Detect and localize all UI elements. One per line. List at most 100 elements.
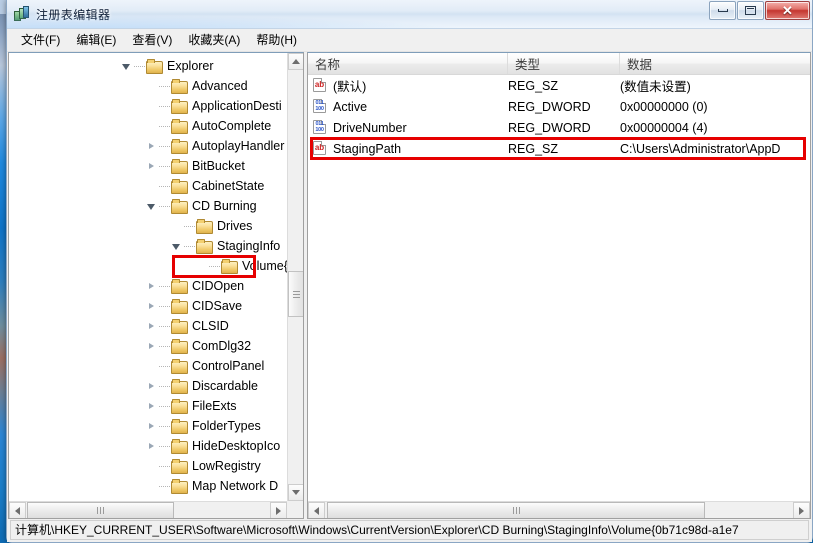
- value-data-cell: 0x00000000 (0): [620, 99, 708, 114]
- menu-view[interactable]: 查看(V): [125, 29, 181, 51]
- tree-item-cidsave[interactable]: CIDSave: [9, 296, 287, 316]
- menu-favorites[interactable]: 收藏夹(A): [181, 29, 249, 51]
- tree-expander-placeholder: [146, 361, 157, 372]
- chevron-right-icon[interactable]: [146, 421, 157, 432]
- tree-item-cabinetstate[interactable]: CabinetState: [9, 176, 287, 196]
- folder-icon: [171, 439, 188, 454]
- tree-item-lowregistry[interactable]: LowRegistry: [9, 456, 287, 476]
- list-hscroll-right-button[interactable]: [793, 502, 810, 518]
- table-row[interactable]: ab (默认) REG_SZ (数值未设置): [308, 75, 810, 96]
- tree-expander-placeholder: [196, 261, 207, 272]
- value-data-cell: (数值未设置): [620, 80, 691, 94]
- tree-item-explorer[interactable]: Explorer: [9, 56, 287, 76]
- tree-item-bitbucket[interactable]: BitBucket: [9, 156, 287, 176]
- close-button[interactable]: ✕: [765, 1, 810, 20]
- registry-values-pane[interactable]: 名称 类型 数据 ab (默认) REG_SZ (数值未设置) 011 100 Active…: [307, 52, 811, 519]
- tree-connector-line: [159, 385, 170, 387]
- menu-edit[interactable]: 编辑(E): [69, 29, 125, 51]
- tree-hscroll-thumb[interactable]: [27, 502, 174, 518]
- tree-connector-line: [159, 465, 170, 467]
- tree-item-hidedesktopico[interactable]: HideDesktopIco: [9, 436, 287, 456]
- chevron-right-icon[interactable]: [146, 341, 157, 352]
- tree-item-controlpanel[interactable]: ControlPanel: [9, 356, 287, 376]
- tree-connector-line: [159, 325, 170, 327]
- column-header-type[interactable]: 类型: [508, 53, 620, 74]
- folder-icon: [221, 259, 238, 274]
- caption-buttons: ✕: [709, 1, 810, 20]
- table-row[interactable]: 011 100 DriveNumber REG_DWORD 0x00000004 (4): [308, 117, 810, 138]
- tree-item-cd-burning[interactable]: CD Burning: [9, 196, 287, 216]
- folder-icon: [171, 159, 188, 174]
- tree-item-staginginfo[interactable]: StagingInfo: [9, 236, 287, 256]
- chevron-right-icon[interactable]: [146, 441, 157, 452]
- tree-scroll-area: Explorer Advanced ApplicationDesti AutoComp…: [9, 53, 287, 501]
- title-bar[interactable]: 注册表编辑器 ✕: [7, 0, 812, 29]
- tree-item-foldertypes[interactable]: FolderTypes: [9, 416, 287, 436]
- tree-hscroll-right-button[interactable]: [270, 502, 287, 518]
- tree-expander-placeholder: [146, 101, 157, 112]
- tree-item-label: Discardable: [192, 379, 259, 393]
- chevron-right-icon[interactable]: [146, 321, 157, 332]
- tree-scroll-thumb[interactable]: [288, 271, 303, 317]
- list-hscroll-thumb[interactable]: [327, 502, 705, 518]
- value-type-cell: REG_DWORD: [508, 99, 591, 114]
- menu-help[interactable]: 帮助(H): [249, 29, 306, 51]
- tree-item-label: CIDOpen: [192, 279, 245, 293]
- main-split-area: Explorer Advanced ApplicationDesti AutoComp…: [7, 52, 812, 519]
- tree-item-autocomplete[interactable]: AutoComplete: [9, 116, 287, 136]
- tree-item-volume-0[interactable]: Volume{0: [9, 256, 287, 276]
- tree-item-autoplayhandler[interactable]: AutoplayHandler: [9, 136, 287, 156]
- value-name-cell: 011 100 DriveNumber: [308, 120, 508, 135]
- tree-item-drives[interactable]: Drives: [9, 216, 287, 236]
- tree-item-map-network-d[interactable]: Map Network D: [9, 476, 287, 496]
- chevron-down-icon[interactable]: [146, 201, 157, 212]
- tree-item-clsid[interactable]: CLSID: [9, 316, 287, 336]
- chevron-right-icon[interactable]: [146, 141, 157, 152]
- maximize-button[interactable]: [737, 1, 764, 20]
- chevron-right-icon[interactable]: [146, 281, 157, 292]
- column-header-data[interactable]: 数据: [620, 53, 810, 74]
- folder-icon: [171, 99, 188, 114]
- chevron-down-icon[interactable]: [121, 61, 132, 72]
- tree-item-cidopen[interactable]: CIDOpen: [9, 276, 287, 296]
- table-row[interactable]: ab StagingPath REG_SZ C:\Users\Administrato…: [308, 138, 810, 159]
- chevron-right-icon[interactable]: [146, 401, 157, 412]
- minimize-button[interactable]: [709, 1, 736, 20]
- registry-tree-pane[interactable]: Explorer Advanced ApplicationDesti AutoComp…: [8, 52, 304, 519]
- chevron-down-icon[interactable]: [171, 241, 182, 252]
- tree-scroll-down-button[interactable]: [288, 484, 303, 501]
- chevron-right-icon[interactable]: [146, 161, 157, 172]
- registry-tree: Explorer Advanced ApplicationDesti AutoComp…: [9, 53, 287, 496]
- list-hscroll-left-button[interactable]: [308, 502, 325, 518]
- tree-item-label: StagingInfo: [217, 239, 281, 253]
- folder-icon: [196, 239, 213, 254]
- tree-item-discardable[interactable]: Discardable: [9, 376, 287, 396]
- folder-icon: [171, 319, 188, 334]
- value-name-label: Active: [333, 99, 368, 114]
- folder-icon: [196, 219, 213, 234]
- tree-scroll-up-button[interactable]: [288, 53, 303, 70]
- tree-connector-line: [159, 305, 170, 307]
- folder-icon: [146, 59, 163, 74]
- tree-item-fileexts[interactable]: FileExts: [9, 396, 287, 416]
- tree-horizontal-scrollbar[interactable]: [9, 501, 287, 518]
- minimize-icon: [717, 9, 728, 12]
- chevron-right-icon[interactable]: [146, 301, 157, 312]
- tree-item-advanced[interactable]: Advanced: [9, 76, 287, 96]
- tree-expander-placeholder: [146, 121, 157, 132]
- menu-file[interactable]: 文件(F): [14, 29, 69, 51]
- table-row[interactable]: 011 100 Active REG_DWORD 0x00000000 (0): [308, 96, 810, 117]
- tree-item-label: Advanced: [192, 79, 248, 93]
- chevron-right-icon[interactable]: [146, 381, 157, 392]
- tree-item-label: FileExts: [192, 399, 237, 413]
- tree-item-comdlg32[interactable]: ComDlg32: [9, 336, 287, 356]
- tree-item-label: Map Network D: [192, 479, 279, 493]
- tree-connector-line: [159, 165, 170, 167]
- tree-vertical-scrollbar[interactable]: [287, 53, 303, 501]
- tree-expander-placeholder: [171, 221, 182, 232]
- tree-item-applicationdesti[interactable]: ApplicationDesti: [9, 96, 287, 116]
- list-horizontal-scrollbar[interactable]: [308, 501, 810, 518]
- folder-icon: [171, 339, 188, 354]
- column-header-name[interactable]: 名称: [308, 53, 508, 74]
- tree-hscroll-left-button[interactable]: [9, 502, 26, 518]
